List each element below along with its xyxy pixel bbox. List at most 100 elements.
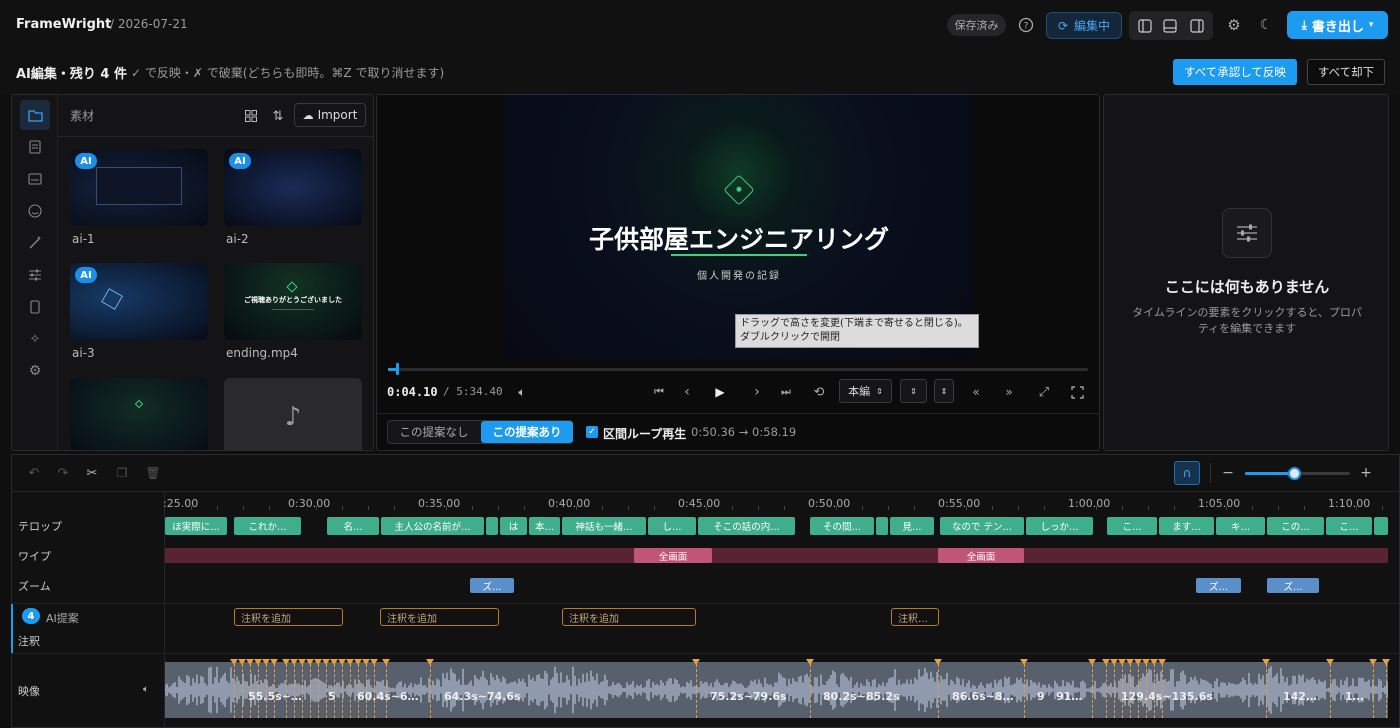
zoom-slider-handle[interactable] bbox=[1288, 467, 1301, 480]
video-clip-label[interactable]: 5 bbox=[328, 690, 336, 703]
play-icon[interactable]: ▶ bbox=[710, 382, 730, 402]
video-clip-label[interactable]: 91… bbox=[1056, 690, 1082, 703]
approve-all-button[interactable]: すべて承認して反映 bbox=[1173, 59, 1297, 85]
step-forward-icon[interactable]: › bbox=[747, 382, 767, 402]
editing-status-button[interactable]: ⟳ 編集中 bbox=[1046, 12, 1122, 39]
add-annotation-button[interactable]: 注釈… bbox=[891, 608, 939, 626]
document-icon[interactable] bbox=[25, 137, 45, 157]
sliders-icon[interactable] bbox=[25, 265, 45, 285]
telop-clip[interactable] bbox=[1374, 517, 1388, 535]
video-clip-label[interactable]: 60.4s~6… bbox=[357, 690, 419, 703]
telop-clip[interactable]: ほ実際に… bbox=[165, 517, 227, 535]
without-proposal-button[interactable]: この提案なし bbox=[391, 422, 477, 442]
video-clip-label[interactable]: 75.2s~79.6s bbox=[710, 690, 787, 703]
scissors-icon[interactable]: ✂ bbox=[83, 464, 101, 482]
layout-bottom-icon[interactable] bbox=[1160, 16, 1180, 36]
speed-select[interactable]: ⇕ bbox=[900, 379, 927, 403]
telop-clip[interactable]: は bbox=[500, 517, 527, 535]
telop-clip[interactable] bbox=[486, 517, 498, 535]
undo-icon[interactable]: ↶ bbox=[25, 464, 43, 482]
telop-clip[interactable]: こ… bbox=[1107, 517, 1157, 535]
telop-clip[interactable]: なので テン… bbox=[940, 517, 1024, 535]
export-button[interactable]: ⤓ 書き出し ▾ bbox=[1287, 11, 1388, 39]
layout-right-icon[interactable] bbox=[1187, 16, 1207, 36]
scrubber-handle[interactable] bbox=[396, 363, 400, 375]
telop-clip[interactable]: この… bbox=[1267, 517, 1324, 535]
phone-icon[interactable] bbox=[25, 297, 45, 317]
telop-clip[interactable]: 神話も一緒… bbox=[562, 517, 646, 535]
fullscreen-icon[interactable] bbox=[1067, 382, 1087, 402]
loop-checkbox[interactable]: ✓ bbox=[586, 426, 598, 438]
skip-start-icon[interactable]: ⏮︎ bbox=[649, 382, 669, 402]
telop-clip[interactable]: 名… bbox=[327, 517, 379, 535]
video-clip-label[interactable]: 129.4s~135.6s bbox=[1121, 690, 1213, 703]
zoom-clip[interactable]: ズ… bbox=[1196, 578, 1241, 593]
skip-end-icon[interactable]: ⏭︎ bbox=[776, 382, 796, 402]
video-clip-label[interactable]: 55.5s~… bbox=[248, 690, 302, 703]
grid-view-icon[interactable] bbox=[241, 106, 261, 126]
media-thumb-audio[interactable]: ♪ bbox=[224, 378, 362, 450]
wipe-clip[interactable]: 全画面 bbox=[938, 548, 1024, 563]
expand-icon[interactable]: ⤢ bbox=[1034, 382, 1054, 402]
help-icon[interactable]: ? bbox=[1016, 15, 1036, 35]
telop-clip[interactable]: ます… bbox=[1159, 517, 1214, 535]
zoom-clip[interactable]: ズ… bbox=[470, 578, 514, 593]
copy-icon[interactable]: ❐ bbox=[113, 464, 131, 482]
caption-icon[interactable] bbox=[25, 169, 45, 189]
zoom-clip[interactable]: ズ… bbox=[1267, 578, 1319, 593]
face-icon[interactable] bbox=[25, 201, 45, 221]
speaker-icon[interactable]: 🔈︎ bbox=[138, 681, 154, 697]
zoom-in-icon[interactable]: + bbox=[1358, 464, 1374, 482]
magnet-icon[interactable]: ∩ bbox=[1174, 461, 1200, 485]
step-back-icon[interactable]: ‹ bbox=[677, 382, 697, 402]
add-annotation-button[interactable]: 注釈を追加 bbox=[380, 608, 499, 626]
telop-clip[interactable]: その間… bbox=[810, 517, 874, 535]
sparkles-icon[interactable]: ✧ bbox=[25, 329, 45, 349]
scrubber-track[interactable] bbox=[388, 363, 1088, 375]
telop-clip[interactable]: 本… bbox=[529, 517, 560, 535]
video-clip-label[interactable]: 86.6s~8… bbox=[952, 690, 1014, 703]
reject-all-button[interactable]: すべて却下 bbox=[1307, 59, 1385, 85]
magic-wand-icon[interactable] bbox=[25, 233, 45, 253]
import-button[interactable]: ☁ Import bbox=[294, 103, 366, 127]
folder-icon[interactable] bbox=[20, 100, 50, 130]
zoom-slider[interactable] bbox=[1245, 467, 1350, 480]
trash-icon[interactable]: 🗑︎ bbox=[144, 464, 162, 482]
loop-icon[interactable]: ⟲ bbox=[809, 382, 829, 402]
with-proposal-button[interactable]: この提案あり bbox=[481, 421, 573, 443]
telop-clip[interactable]: そこの話の内… bbox=[698, 517, 795, 535]
layout-left-icon[interactable] bbox=[1135, 16, 1155, 36]
telop-clip[interactable]: 見… bbox=[890, 517, 934, 535]
telop-clip[interactable]: これか… bbox=[234, 517, 301, 535]
media-thumb-5[interactable] bbox=[70, 378, 208, 450]
telop-clip[interactable]: し… bbox=[648, 517, 696, 535]
video-clip-label[interactable]: 9 bbox=[1037, 690, 1045, 703]
moon-icon[interactable]: ☾ bbox=[1256, 15, 1276, 35]
telop-clip[interactable]: しっか… bbox=[1026, 517, 1093, 535]
settings-icon[interactable]: ⚙ bbox=[25, 361, 45, 381]
redo-icon[interactable]: ↷ bbox=[54, 464, 72, 482]
gear-icon[interactable]: ⚙ bbox=[1224, 15, 1244, 35]
media-thumb-ai-3[interactable]: AI bbox=[70, 263, 208, 340]
video-clip-label[interactable]: 1… bbox=[1345, 690, 1364, 703]
media-thumb-ai-2[interactable]: AI bbox=[224, 149, 362, 226]
quality-select[interactable]: 本編 ⇕ bbox=[839, 379, 892, 403]
telop-clip[interactable]: キ… bbox=[1216, 517, 1265, 535]
video-clip-label[interactable]: 142… bbox=[1283, 690, 1317, 703]
telop-clip[interactable]: 主人公の名前が… bbox=[381, 517, 484, 535]
volume-icon[interactable]: 🔈︎ bbox=[512, 382, 532, 402]
zoom-out-icon[interactable]: − bbox=[1220, 464, 1236, 482]
video-clip-label[interactable]: 64.3s~74.6s bbox=[444, 690, 521, 703]
video-clip-label[interactable]: 80.2s~85.2s bbox=[823, 690, 900, 703]
loop-label[interactable]: 区間ループ再生 bbox=[603, 425, 686, 442]
rewind-icon[interactable]: « bbox=[966, 382, 986, 402]
sort-icon[interactable]: ⇅ bbox=[268, 106, 288, 126]
telop-clip[interactable]: こ… bbox=[1326, 517, 1372, 535]
media-thumb-ending[interactable]: ご視聴ありがとうございました bbox=[224, 263, 362, 340]
fast-forward-icon[interactable]: » bbox=[999, 382, 1019, 402]
telop-clip[interactable] bbox=[876, 517, 888, 535]
add-annotation-button[interactable]: 注釈を追加 bbox=[562, 608, 696, 626]
media-thumb-ai-1[interactable]: AI bbox=[70, 149, 208, 226]
wipe-clip[interactable]: 全画面 bbox=[634, 548, 712, 563]
add-annotation-button[interactable]: 注釈を追加 bbox=[234, 608, 343, 626]
